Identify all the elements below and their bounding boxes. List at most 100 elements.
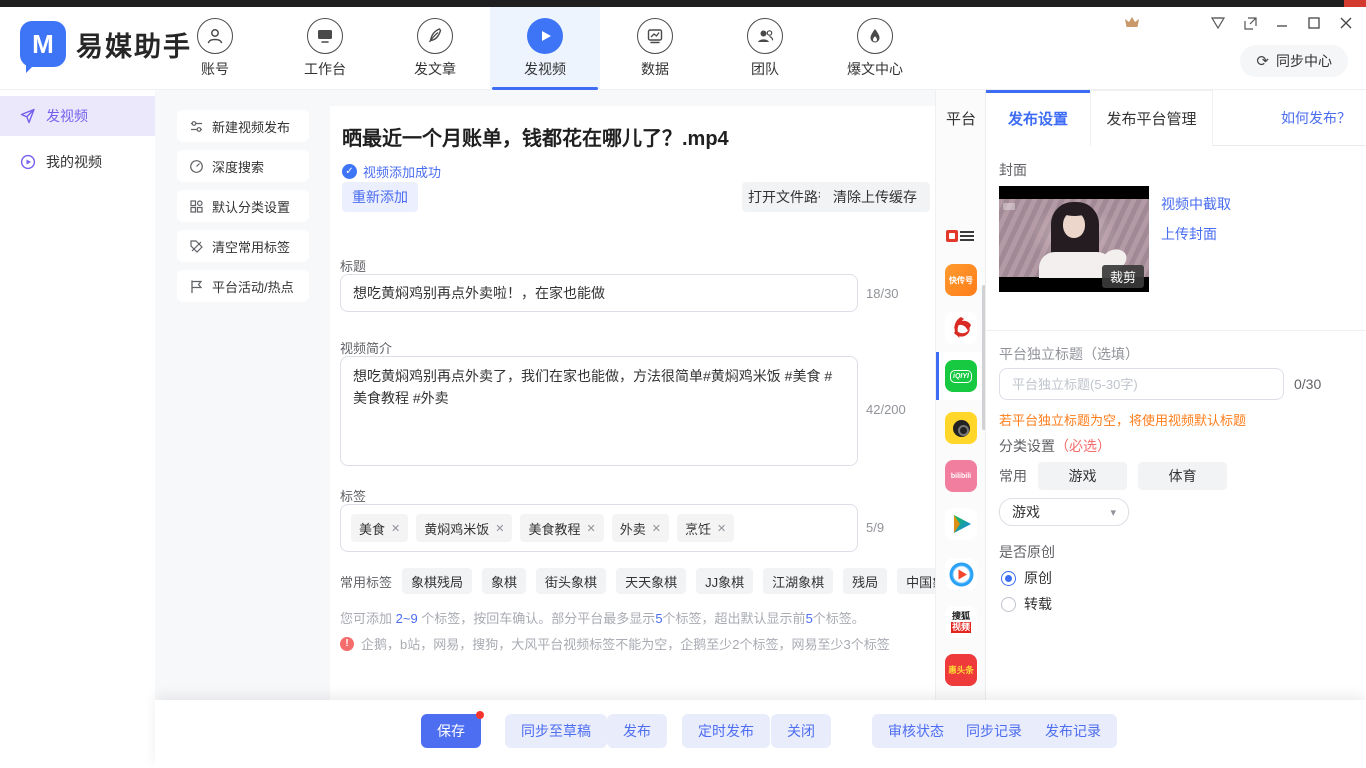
radio-repost[interactable]: 转载 <box>1001 594 1052 614</box>
default-category-button[interactable]: 默认分类设置 <box>177 190 309 222</box>
crop-button[interactable]: 裁剪 <box>1102 265 1144 288</box>
os-close-strip <box>1344 0 1366 7</box>
platform-iqiyi-selected[interactable]: iQIYI <box>936 352 986 400</box>
category-sport-button[interactable]: 体育 <box>1138 462 1227 490</box>
common-tag[interactable]: JJ象棋 <box>696 568 753 594</box>
platform-yellow-camera[interactable] <box>936 404 986 452</box>
video-play-icon <box>527 18 563 54</box>
sohu-video-icon: 搜狐视频 <box>945 606 977 638</box>
remove-tag-icon: ✕ <box>717 522 726 535</box>
popout-icon[interactable] <box>1240 13 1260 33</box>
category-game-button[interactable]: 游戏 <box>1038 462 1127 490</box>
panel-tabs: 发布设置 发布平台管理 如何发布？ <box>986 90 1366 146</box>
tab-publish-settings[interactable]: 发布设置 <box>986 90 1091 146</box>
compass-icon <box>189 159 204 174</box>
description-textarea[interactable]: 想吃黄焖鸡别再点外卖了，我们在家也能做，方法很简单#黄焖鸡米饭 #美食 #美食教… <box>340 356 858 466</box>
category-select[interactable]: 游戏 ▾ <box>999 498 1129 526</box>
radio-unselected-icon <box>1001 597 1016 612</box>
category-select-value: 游戏 <box>1012 502 1040 522</box>
deep-search-button[interactable]: 深度搜索 <box>177 150 309 182</box>
sync-log-button[interactable]: 同步记录 <box>950 714 1038 748</box>
camera-lens-icon <box>945 412 977 444</box>
platform-bilibili[interactable]: bilibili <box>936 452 986 500</box>
nav-account[interactable]: 账号 <box>160 7 270 90</box>
independent-title-warning: 若平台独立标题为空，将使用视频默认标题 <box>999 410 1246 429</box>
main-content: 晒最近一个月账单，钱都花在哪儿了？.mp4 ✓ 视频添加成功 重新添加 打开文件… <box>330 90 935 700</box>
huitoutiao-icon: 惠头条 <box>945 654 977 686</box>
sidebar-item-my-videos[interactable]: 我的视频 <box>0 142 155 182</box>
nav-publish-article[interactable]: 发文章 <box>380 7 490 90</box>
common-tag[interactable]: 天天象棋 <box>616 568 686 594</box>
platform-dafenghao[interactable] <box>936 304 986 352</box>
common-tag[interactable]: 街头象棋 <box>536 568 606 594</box>
window-controls <box>1208 13 1356 33</box>
independent-title-counter: 0/30 <box>1294 376 1321 392</box>
check-circle-icon: ✓ <box>342 164 357 179</box>
platform-tencent-video[interactable] <box>936 500 986 548</box>
common-tag[interactable]: 象棋 <box>482 568 526 594</box>
tag-chip[interactable]: 美食✕ <box>351 514 408 542</box>
close-button[interactable] <box>1336 13 1356 33</box>
common-category-label: 常用 <box>999 466 1027 486</box>
common-tag[interactable]: 残局 <box>843 568 887 594</box>
platform-sohu-video[interactable]: 搜狐视频 <box>936 598 986 646</box>
tencent-video-icon <box>945 508 977 540</box>
tag-chip[interactable]: 黄焖鸡米饭✕ <box>416 514 512 542</box>
clear-upload-cache-button[interactable]: 清除上传缓存 <box>820 182 930 212</box>
re-add-button[interactable]: 重新添加 <box>342 182 418 212</box>
os-top-strip <box>0 0 1366 7</box>
upload-cover-link[interactable]: 上传封面 <box>1161 224 1217 244</box>
platform-mini-logo[interactable] <box>936 212 986 260</box>
platform-huitoutiao[interactable]: 惠头条 <box>936 646 986 694</box>
common-tag[interactable]: 江湖象棋 <box>763 568 833 594</box>
cover-watermark <box>1003 203 1015 210</box>
sync-to-draft-button[interactable]: 同步至草稿 <box>505 714 607 748</box>
common-tag[interactable]: 象棋残局 <box>402 568 472 594</box>
close-form-button[interactable]: 关闭 <box>771 714 831 748</box>
tag-chip[interactable]: 美食教程✕ <box>520 514 603 542</box>
quick-actions-column: 新建视频发布 深度搜索 默认分类设置 清空常用标签 平台活动/热点 <box>155 90 330 700</box>
team-icon <box>747 18 783 54</box>
platform-activity-button[interactable]: 平台活动/热点 <box>177 270 309 302</box>
nav-workbench[interactable]: 工作台 <box>270 7 380 90</box>
capture-from-video-link[interactable]: 视频中截取 <box>1161 194 1231 214</box>
schedule-publish-button[interactable]: 定时发布 <box>682 714 770 748</box>
footer-bar: 保存 同步至草稿 发布 定时发布 关闭 审核状态 同步记录 发布记录 <box>155 700 1366 768</box>
nav-team[interactable]: 团队 <box>710 7 820 90</box>
tag-chip[interactable]: 外卖✕ <box>612 514 669 542</box>
unsaved-indicator <box>476 711 484 719</box>
how-to-publish-link[interactable]: 如何发布？ <box>1281 90 1351 146</box>
common-category-row: 常用 游戏 体育 <box>999 462 1227 490</box>
sync-center-button[interactable]: ⟳ 同步中心 <box>1240 45 1348 77</box>
nav-hot-center[interactable]: 爆文中心 <box>820 7 930 90</box>
maximize-button[interactable] <box>1304 13 1324 33</box>
independent-title-input[interactable] <box>999 368 1284 400</box>
platform-haokan-video[interactable] <box>936 550 986 598</box>
cover-thumbnail[interactable]: 裁剪 <box>999 186 1149 292</box>
title-field-label: 标题 <box>340 256 366 275</box>
platform-kuaichuanhao[interactable]: 快传号 <box>936 256 986 304</box>
refresh-icon: ⟳ <box>1256 52 1269 70</box>
nav-publish-video[interactable]: 发视频 <box>490 7 600 90</box>
common-tags-label: 常用标签 <box>340 572 392 591</box>
tag-chip[interactable]: 烹饪✕ <box>677 514 734 542</box>
tab-platform-manage[interactable]: 发布平台管理 <box>1091 90 1213 146</box>
publish-button[interactable]: 发布 <box>607 714 667 748</box>
remove-tag-icon: ✕ <box>652 522 661 535</box>
cover-label: 封面 <box>999 160 1027 180</box>
publish-log-button[interactable]: 发布记录 <box>1029 714 1117 748</box>
filter-icon[interactable] <box>1208 13 1228 33</box>
sidebar-item-publish-video[interactable]: 发视频 <box>0 96 155 136</box>
audit-status-button[interactable]: 审核状态 <box>872 714 960 748</box>
title-input[interactable] <box>340 274 858 312</box>
save-button[interactable]: 保存 <box>421 714 481 748</box>
radio-original[interactable]: 原创 <box>1001 568 1052 588</box>
clear-common-tags-button[interactable]: 清空常用标签 <box>177 230 309 262</box>
tags-input-box[interactable]: 美食✕ 黄焖鸡米饭✕ 美食教程✕ 外卖✕ 烹饪✕ <box>340 504 858 552</box>
title-counter: 18/30 <box>866 286 899 301</box>
exclamation-icon: ! <box>340 637 354 651</box>
new-video-publish-button[interactable]: 新建视频发布 <box>177 110 309 142</box>
nav-data[interactable]: 数据 <box>600 7 710 90</box>
minimize-button[interactable] <box>1272 13 1292 33</box>
video-form-card: 晒最近一个月账单，钱都花在哪儿了？.mp4 ✓ 视频添加成功 重新添加 打开文件… <box>330 106 935 700</box>
